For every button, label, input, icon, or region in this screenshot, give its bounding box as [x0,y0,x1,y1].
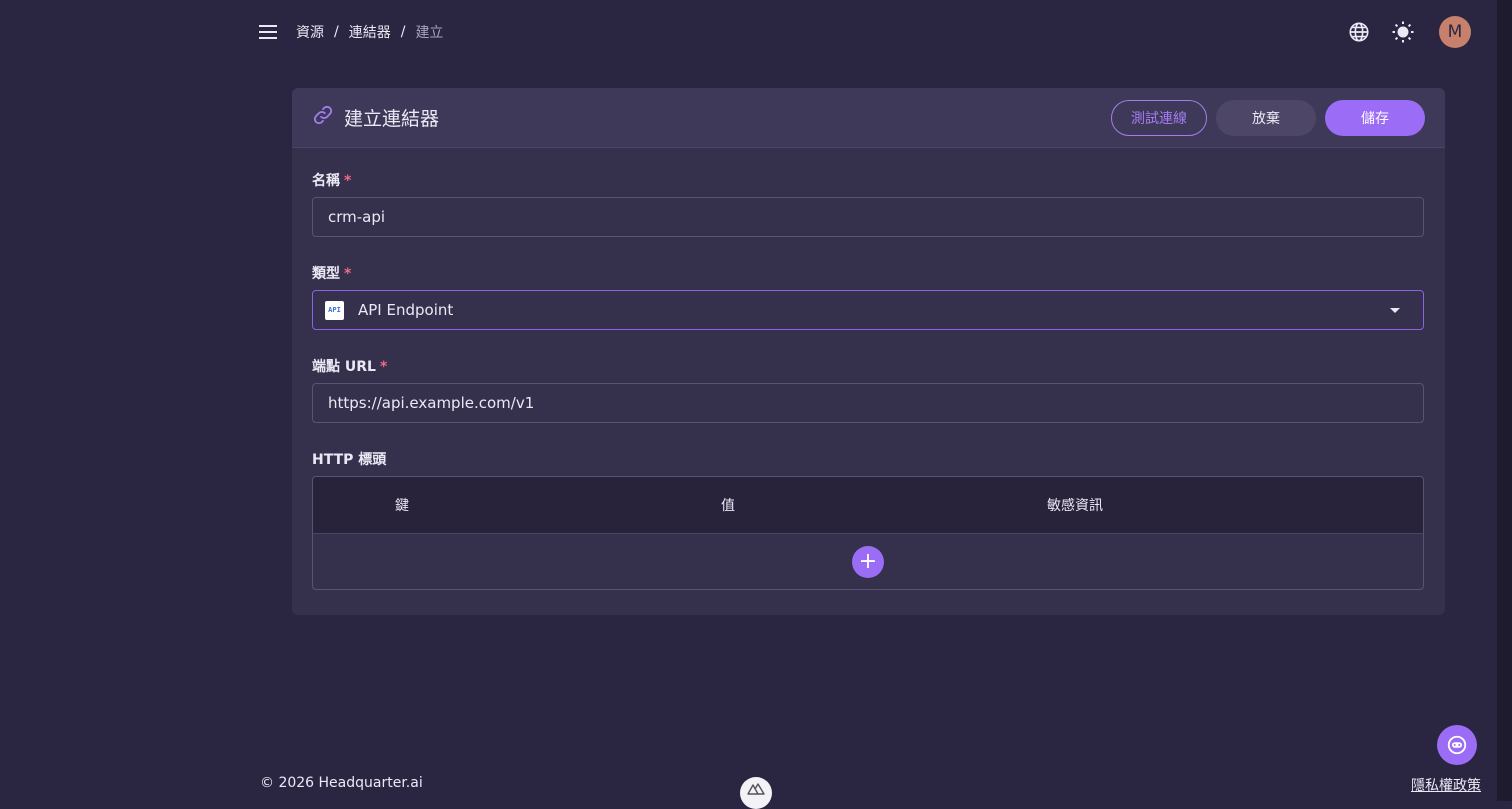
discard-button[interactable]: 放棄 [1216,99,1316,136]
type-select-value: API Endpoint [358,301,454,319]
http-headers-label: HTTP 標頭 [312,452,387,468]
add-header-button[interactable]: + [852,546,884,578]
endpoint-url-input[interactable]: https://api.example.com/v1 [312,383,1424,423]
theme-sun-icon[interactable] [1391,20,1415,44]
endpoint-label-text: 端點 URL [312,359,376,375]
required-mark: * [344,173,352,189]
type-select[interactable]: API API Endpoint [312,290,1424,330]
breadcrumb-separator: / [334,24,339,40]
language-globe-icon[interactable] [1347,20,1371,44]
api-type-icon: API [325,300,344,320]
footer-copyright: © 2026 Headquarter.ai [260,775,423,791]
top-bar: 資源 / 連結器 / 建立 M [0,0,1497,64]
column-header-key-text: 鍵 [395,498,409,514]
type-label-text: 類型 [312,266,340,282]
header-actions: 測試連線 放棄 儲存 [1111,99,1425,136]
column-header-key: 鍵 [313,477,709,533]
card-header: 建立連結器 測試連線 放棄 儲存 [292,88,1445,148]
endpoint-label: 端點 URL * [312,356,1425,376]
column-header-value-text: 值 [721,498,735,514]
column-header-sensitive-text: 敏感資訊 [1047,498,1103,514]
create-connector-card: 建立連結器 測試連線 放棄 儲存 名稱 * crm-api 類型 * API API… [292,88,1445,615]
breadcrumb-item-resources[interactable]: 資源 [296,22,324,42]
name-input-value: crm-api [328,208,386,226]
breadcrumb: 資源 / 連結器 / 建立 [296,22,443,42]
breadcrumb-item-connectors[interactable]: 連結器 [349,22,391,42]
user-avatar[interactable]: M [1439,16,1471,48]
nuxt-logo-icon[interactable] [740,777,772,809]
required-mark: * [379,359,388,375]
http-headers-table: 鍵 值 敏感資訊 + [312,476,1424,590]
card-title-text: 建立連結器 [344,108,440,130]
table-body: + [313,534,1423,589]
top-actions: M [1347,16,1471,48]
chat-assistant-icon[interactable] [1437,725,1477,765]
name-label: 名稱 * [312,170,1425,190]
card-title: 建立連結器 [312,104,439,131]
column-header-value: 值 [709,477,1035,533]
table-header-row: 鍵 值 敏感資訊 [313,477,1423,534]
name-label-text: 名稱 [312,173,340,189]
required-mark: * [344,266,352,282]
type-label: 類型 * [312,263,1425,283]
link-icon [312,104,334,131]
page-scrollbar[interactable] [1497,0,1512,801]
endpoint-url-value: https://api.example.com/v1 [328,394,535,412]
save-button[interactable]: 儲存 [1325,99,1425,136]
test-connection-button[interactable]: 測試連線 [1111,99,1207,136]
column-header-sensitive: 敏感資訊 [1035,477,1103,533]
name-input[interactable]: crm-api [312,197,1424,237]
connector-form: 名稱 * crm-api 類型 * API API Endpoint 端點 URL *… [292,148,1445,590]
chevron-down-icon [1390,307,1400,313]
hamburger-menu-icon[interactable] [256,20,280,44]
privacy-policy-link[interactable]: 隱私權政策 [1411,775,1481,795]
breadcrumb-separator: / [400,24,406,40]
breadcrumb-current: 建立 [415,25,444,41]
